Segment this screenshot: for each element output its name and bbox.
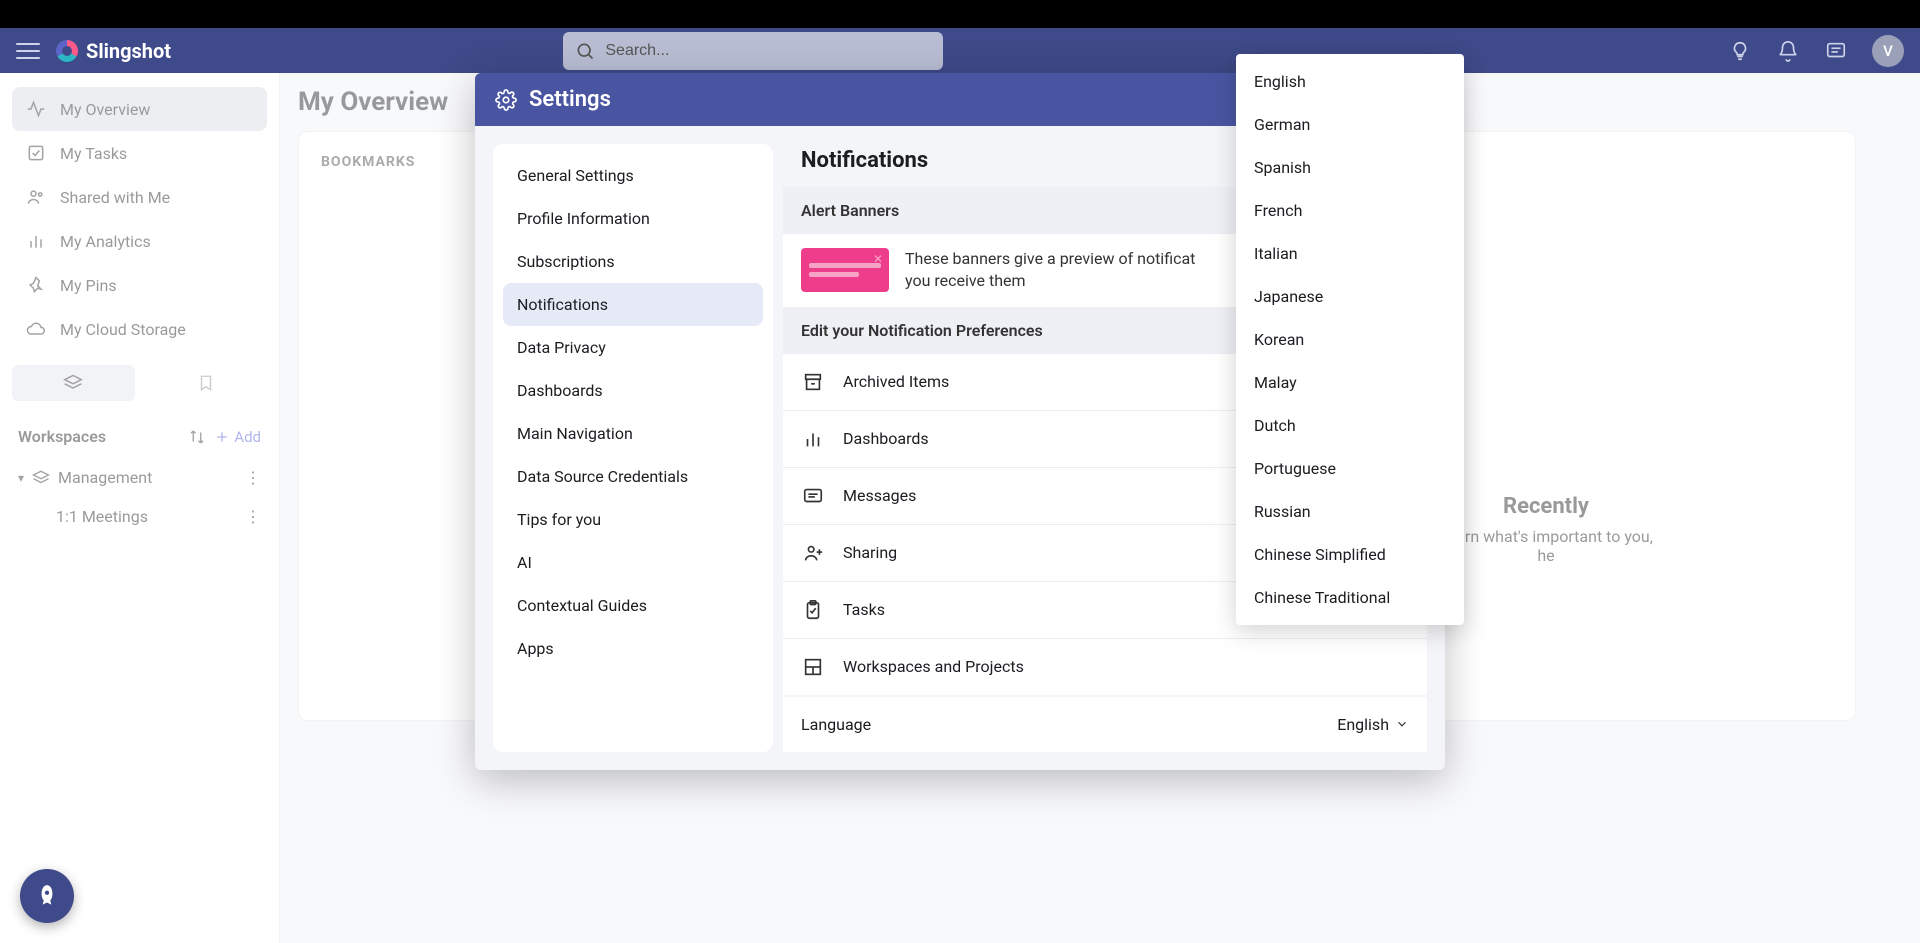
language-label: Language (801, 715, 871, 734)
settings-nav-profile[interactable]: Profile Information (503, 197, 763, 240)
lang-option-german[interactable]: German (1236, 103, 1464, 146)
chat-icon[interactable] (1824, 39, 1848, 63)
banner-description: These banners give a preview of notifica… (905, 248, 1195, 293)
settings-nav-dashboards[interactable]: Dashboards (503, 369, 763, 412)
settings-nav-ai[interactable]: AI (503, 541, 763, 584)
banner-preview-icon: ✕ (801, 248, 889, 292)
brand[interactable]: Slingshot (56, 39, 171, 63)
lang-option-italian[interactable]: Italian (1236, 232, 1464, 275)
settings-nav-guides[interactable]: Contextual Guides (503, 584, 763, 627)
rocket-icon (34, 883, 60, 909)
language-row: Language English (783, 697, 1427, 752)
chevron-down-icon (1395, 717, 1409, 731)
settings-nav-credentials[interactable]: Data Source Credentials (503, 455, 763, 498)
search-wrap (563, 32, 943, 70)
language-dropdown: English German Spanish French Italian Ja… (1236, 54, 1464, 625)
settings-nav-mainnav[interactable]: Main Navigation (503, 412, 763, 455)
settings-nav-apps[interactable]: Apps (503, 627, 763, 670)
lightbulb-icon[interactable] (1728, 39, 1752, 63)
language-select[interactable]: English (1337, 715, 1409, 734)
logo-icon (56, 40, 78, 62)
menu-toggle-button[interactable] (16, 39, 40, 63)
window-top-bar (0, 0, 1920, 28)
lang-option-malay[interactable]: Malay (1236, 361, 1464, 404)
lang-option-dutch[interactable]: Dutch (1236, 404, 1464, 447)
lang-option-spanish[interactable]: Spanish (1236, 146, 1464, 189)
user-plus-icon (801, 541, 825, 565)
top-right: V (1728, 35, 1904, 67)
lang-option-chinese-traditional[interactable]: Chinese Traditional (1236, 576, 1464, 619)
bell-icon[interactable] (1776, 39, 1800, 63)
archive-icon (801, 370, 825, 394)
settings-nav-subscriptions[interactable]: Subscriptions (503, 240, 763, 283)
lang-option-portuguese[interactable]: Portuguese (1236, 447, 1464, 490)
message-icon (801, 484, 825, 508)
top-nav: Slingshot V (0, 28, 1920, 73)
lang-option-korean[interactable]: Korean (1236, 318, 1464, 361)
lang-option-japanese[interactable]: Japanese (1236, 275, 1464, 318)
avatar[interactable]: V (1872, 35, 1904, 67)
brand-name: Slingshot (86, 39, 171, 63)
settings-nav-notifications[interactable]: Notifications (503, 283, 763, 326)
bar-chart-icon (801, 427, 825, 451)
settings-nav-general[interactable]: General Settings (503, 154, 763, 197)
lang-option-english[interactable]: English (1236, 60, 1464, 103)
search-icon (575, 41, 595, 61)
gear-icon (495, 89, 517, 111)
settings-modal-title: Settings (529, 87, 611, 112)
pref-workspaces[interactable]: Workspaces and Projects (783, 638, 1427, 695)
lang-option-chinese-simplified[interactable]: Chinese Simplified (1236, 533, 1464, 576)
clipboard-icon (801, 598, 825, 622)
lang-option-russian[interactable]: Russian (1236, 490, 1464, 533)
settings-nav-privacy[interactable]: Data Privacy (503, 326, 763, 369)
launch-fab[interactable] (20, 869, 74, 923)
settings-nav-tips[interactable]: Tips for you (503, 498, 763, 541)
settings-nav: General Settings Profile Information Sub… (493, 144, 773, 752)
lang-option-french[interactable]: French (1236, 189, 1464, 232)
search-input[interactable] (563, 32, 943, 70)
layout-icon (801, 655, 825, 679)
